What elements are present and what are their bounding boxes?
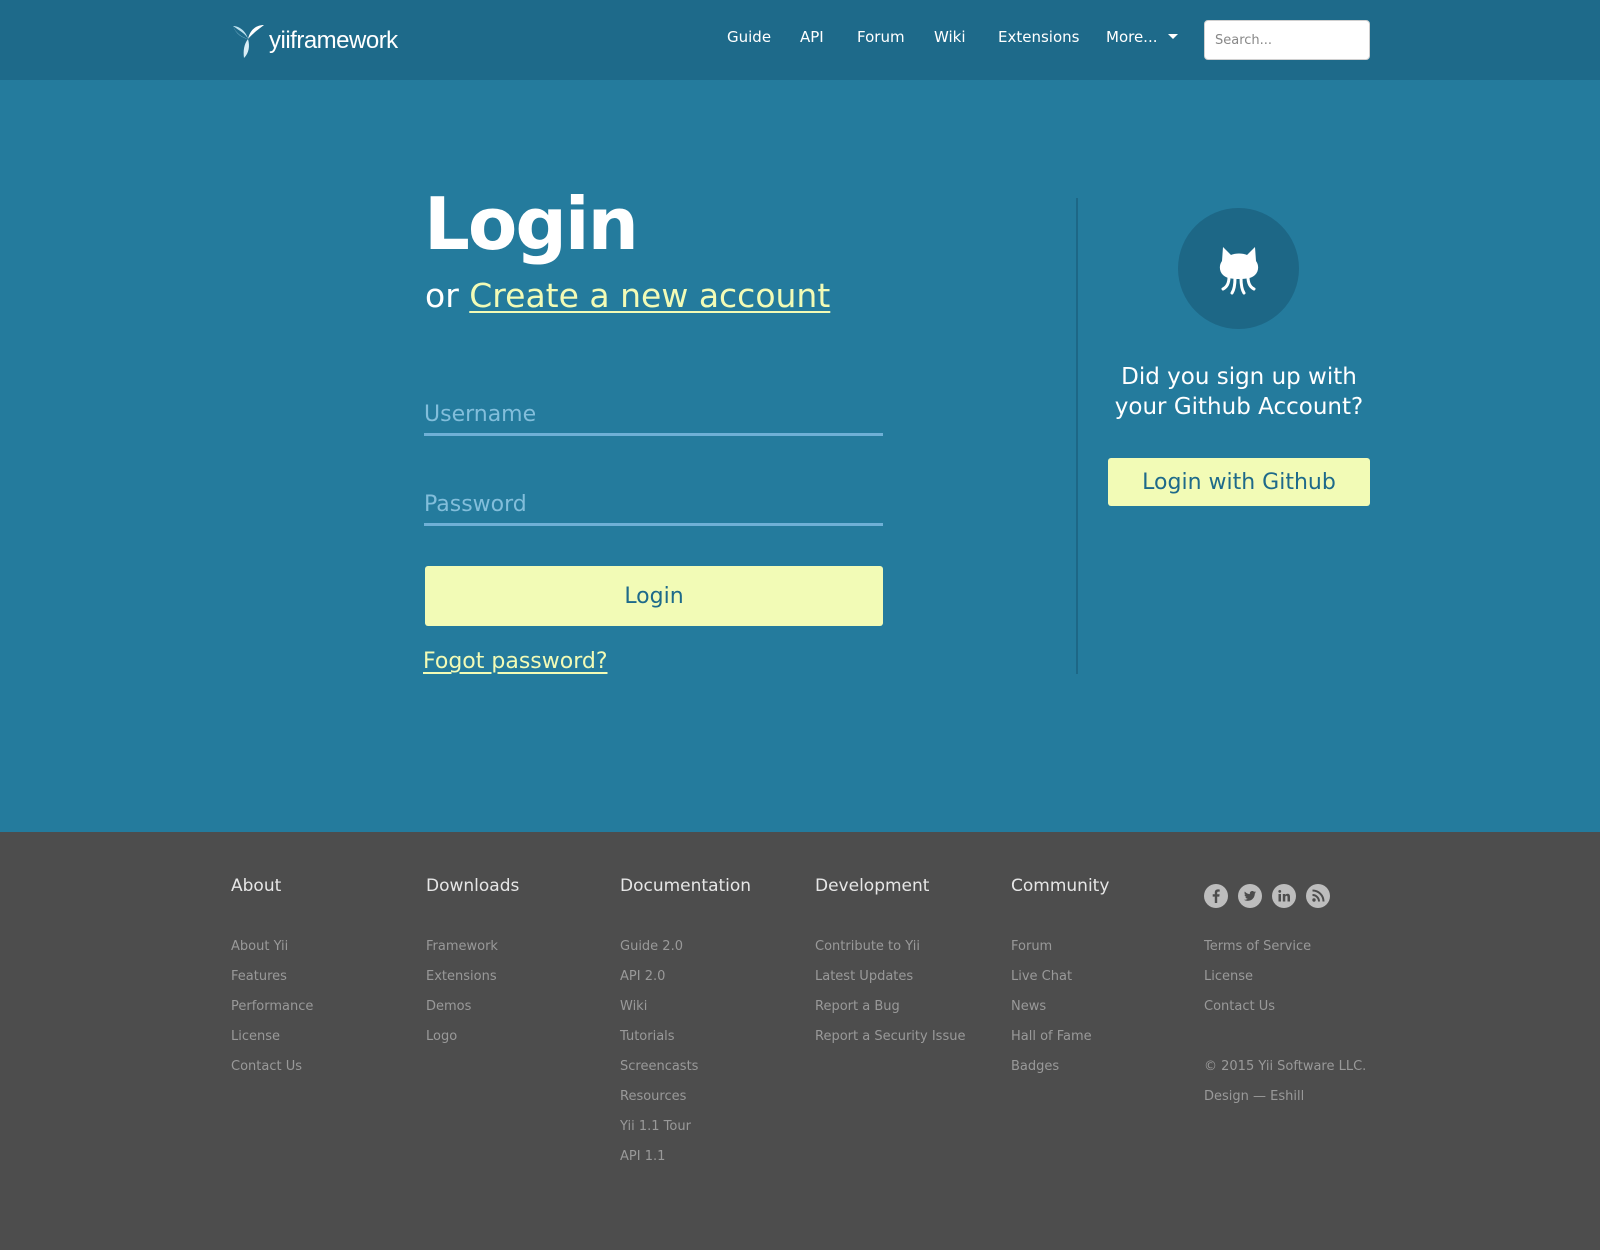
rss-icon[interactable] [1306, 884, 1330, 908]
twitter-icon[interactable] [1238, 884, 1262, 908]
footer-link[interactable]: About Yii [231, 936, 313, 966]
footer-link[interactable]: Demos [426, 996, 519, 1026]
footer-link[interactable]: Logo [426, 1026, 519, 1056]
copyright-text: © 2015 Yii Software LLC. [1204, 1059, 1367, 1074]
nav-extensions[interactable]: Extensions [998, 28, 1079, 46]
footer-link[interactable]: Screencasts [620, 1056, 751, 1086]
username-input[interactable] [424, 396, 883, 436]
footer-link[interactable]: Wiki [620, 996, 751, 1026]
nav-api[interactable]: API [800, 28, 824, 46]
create-account-link[interactable]: Create a new account [469, 276, 830, 315]
social-links [1204, 876, 1366, 912]
footer-link[interactable]: Contact Us [1204, 996, 1366, 1026]
footer-col-development: Development Contribute to Yii Latest Upd… [815, 876, 965, 1056]
search-input[interactable] [1204, 20, 1370, 60]
footer-link[interactable]: Tutorials [620, 1026, 751, 1056]
footer-link[interactable]: Report a Bug [815, 996, 965, 1026]
footer-link[interactable]: Performance [231, 996, 313, 1026]
footer: About About Yii Features Performance Lic… [0, 832, 1600, 1250]
footer-link[interactable]: Forum [1011, 936, 1109, 966]
design-credit[interactable]: Design — Eshill [1204, 1086, 1366, 1116]
footer-heading: Downloads [426, 876, 520, 896]
footer-link[interactable]: Badges [1011, 1056, 1109, 1086]
github-question: Did you sign up with your Github Account… [1114, 364, 1364, 420]
linkedin-icon[interactable] [1272, 884, 1296, 908]
nav-forum[interactable]: Forum [857, 28, 905, 46]
footer-col-legal: Terms of Service License Contact Us © 20… [1204, 876, 1366, 1116]
footer-link[interactable]: Extensions [426, 966, 519, 996]
github-badge [1178, 208, 1299, 329]
footer-heading: Development [815, 876, 930, 896]
nav-guide[interactable]: Guide [727, 28, 771, 46]
footer-link[interactable]: Report a Security Issue [815, 1026, 965, 1056]
footer-link[interactable]: Features [231, 966, 313, 996]
login-button[interactable]: Login [425, 566, 883, 626]
footer-link[interactable]: Yii 1.1 Tour [620, 1116, 751, 1146]
footer-link[interactable]: Contribute to Yii [815, 936, 965, 966]
footer-spacer [1204, 1026, 1366, 1056]
footer-link[interactable]: Framework [426, 936, 519, 966]
login-subtitle: or Create a new account [425, 276, 830, 316]
footer-col-downloads: Downloads Framework Extensions Demos Log… [426, 876, 519, 1056]
forgot-password-link[interactable]: Fogot password? [423, 649, 608, 674]
footer-link[interactable]: News [1011, 996, 1109, 1026]
footer-col-about: About About Yii Features Performance Lic… [231, 876, 313, 1086]
login-with-github-button[interactable]: Login with Github [1108, 458, 1370, 506]
login-section: Login or Create a new account Login Fogo… [0, 80, 1600, 832]
caret-down-icon [1167, 34, 1178, 39]
footer-link[interactable]: Contact Us [231, 1056, 313, 1086]
vertical-divider [1076, 198, 1078, 674]
password-input[interactable] [424, 486, 883, 526]
footer-col-community: Community Forum Live Chat News Hall of F… [1011, 876, 1109, 1086]
footer-link[interactable]: API 2.0 [620, 966, 751, 996]
footer-link[interactable]: Hall of Fame [1011, 1026, 1109, 1056]
nav-more[interactable]: More... [1106, 28, 1178, 46]
footer-link[interactable]: Latest Updates [815, 966, 965, 996]
footer-heading: Community [1011, 876, 1110, 896]
nav-more-label: More... [1106, 28, 1158, 46]
top-navbar: yiiframework Guide API Forum Wiki Extens… [0, 0, 1600, 80]
github-octocat-icon [1219, 246, 1258, 294]
yii-logo[interactable]: yiiframework [229, 22, 398, 60]
footer-heading: Documentation [620, 876, 752, 896]
footer-link[interactable]: API 1.1 [620, 1146, 751, 1176]
page-title: Login [424, 182, 639, 266]
footer-link[interactable]: Resources [620, 1086, 751, 1116]
nav-wiki[interactable]: Wiki [934, 28, 966, 46]
footer-link[interactable]: Live Chat [1011, 966, 1109, 996]
footer-heading: About [231, 876, 282, 896]
footer-link[interactable]: License [1204, 966, 1366, 996]
or-text: or [425, 276, 459, 315]
logo-text: yiiframework [269, 27, 398, 54]
footer-col-documentation: Documentation Guide 2.0 API 2.0 Wiki Tut… [620, 876, 751, 1176]
yii-logo-icon [233, 25, 264, 58]
footer-link[interactable]: License [231, 1026, 313, 1056]
footer-link[interactable]: Guide 2.0 [620, 936, 751, 966]
footer-link[interactable]: Terms of Service [1204, 936, 1366, 966]
facebook-icon[interactable] [1204, 884, 1228, 908]
